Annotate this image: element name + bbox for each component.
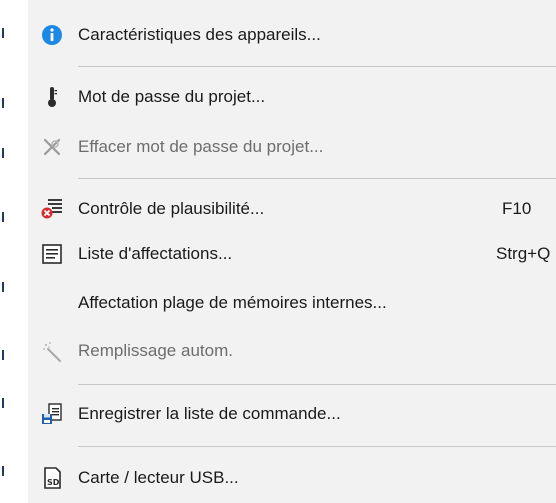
edge-mark [2, 282, 4, 292]
menu-item-plausibility-check[interactable]: Contrôle de plausibilité... F10 [28, 189, 556, 229]
menu-item-assignment-list[interactable]: Liste d'affectations... Strg+Q [28, 234, 556, 274]
edge-mark [2, 466, 4, 476]
edge-mark [2, 148, 4, 158]
sd-card-icon: SD [40, 466, 64, 490]
menu-item-label: Liste d'affectations... [78, 244, 233, 263]
menu-item-project-password[interactable]: Mot de passe du projet... [28, 77, 556, 117]
menu-item-shortcut: Strg+Q [496, 244, 551, 263]
edge-mark [2, 98, 4, 108]
parent-window-edge [0, 0, 28, 503]
edge-mark [2, 398, 4, 408]
menu-item-label: Contrôle de plausibilité... [78, 199, 265, 218]
menu-item-label: Remplissage autom. [78, 341, 233, 360]
menu-separator [78, 384, 556, 385]
magic-wand-icon [40, 339, 64, 363]
info-icon [40, 23, 64, 47]
menu-item-label: Enregistrer la liste de commande... [78, 404, 341, 423]
plausibility-check-icon [40, 197, 64, 221]
save-list-icon [40, 402, 64, 426]
erase-password-icon [40, 135, 64, 159]
menu-item-shortcut: F10 [502, 199, 532, 218]
menu-separator [78, 446, 556, 447]
menu-separator [78, 66, 556, 67]
menu-item-clear-project-password[interactable]: Effacer mot de passe du projet... [28, 127, 556, 167]
menu-item-label: Mot de passe du projet... [78, 87, 266, 106]
menu-item-device-characteristics[interactable]: Caractéristiques des appareils... [28, 15, 556, 55]
menu-separator [78, 178, 556, 179]
menu-item-label: Affectation plage de mémoires internes..… [78, 293, 387, 312]
edge-mark [2, 28, 4, 38]
menu-item-label: Effacer mot de passe du projet... [78, 137, 324, 156]
svg-text:SD: SD [47, 478, 60, 487]
list-icon [40, 242, 64, 266]
menu-item-label: Carte / lecteur USB... [78, 468, 239, 487]
menu-item-card-usb-reader[interactable]: SD Carte / lecteur USB... [28, 458, 556, 498]
context-menu: Caractéristiques des appareils... Mot de… [28, 0, 556, 503]
menu-item-label: Caractéristiques des appareils... [78, 25, 321, 44]
menu-item-save-command-list[interactable]: Enregistrer la liste de commande... [28, 394, 556, 434]
thermometer-icon [40, 85, 64, 109]
edge-mark [2, 212, 4, 222]
edge-mark [2, 350, 4, 360]
menu-item-internal-memory-assignment[interactable]: Affectation plage de mémoires internes..… [28, 283, 556, 323]
menu-item-auto-fill[interactable]: Remplissage autom. [28, 331, 556, 371]
